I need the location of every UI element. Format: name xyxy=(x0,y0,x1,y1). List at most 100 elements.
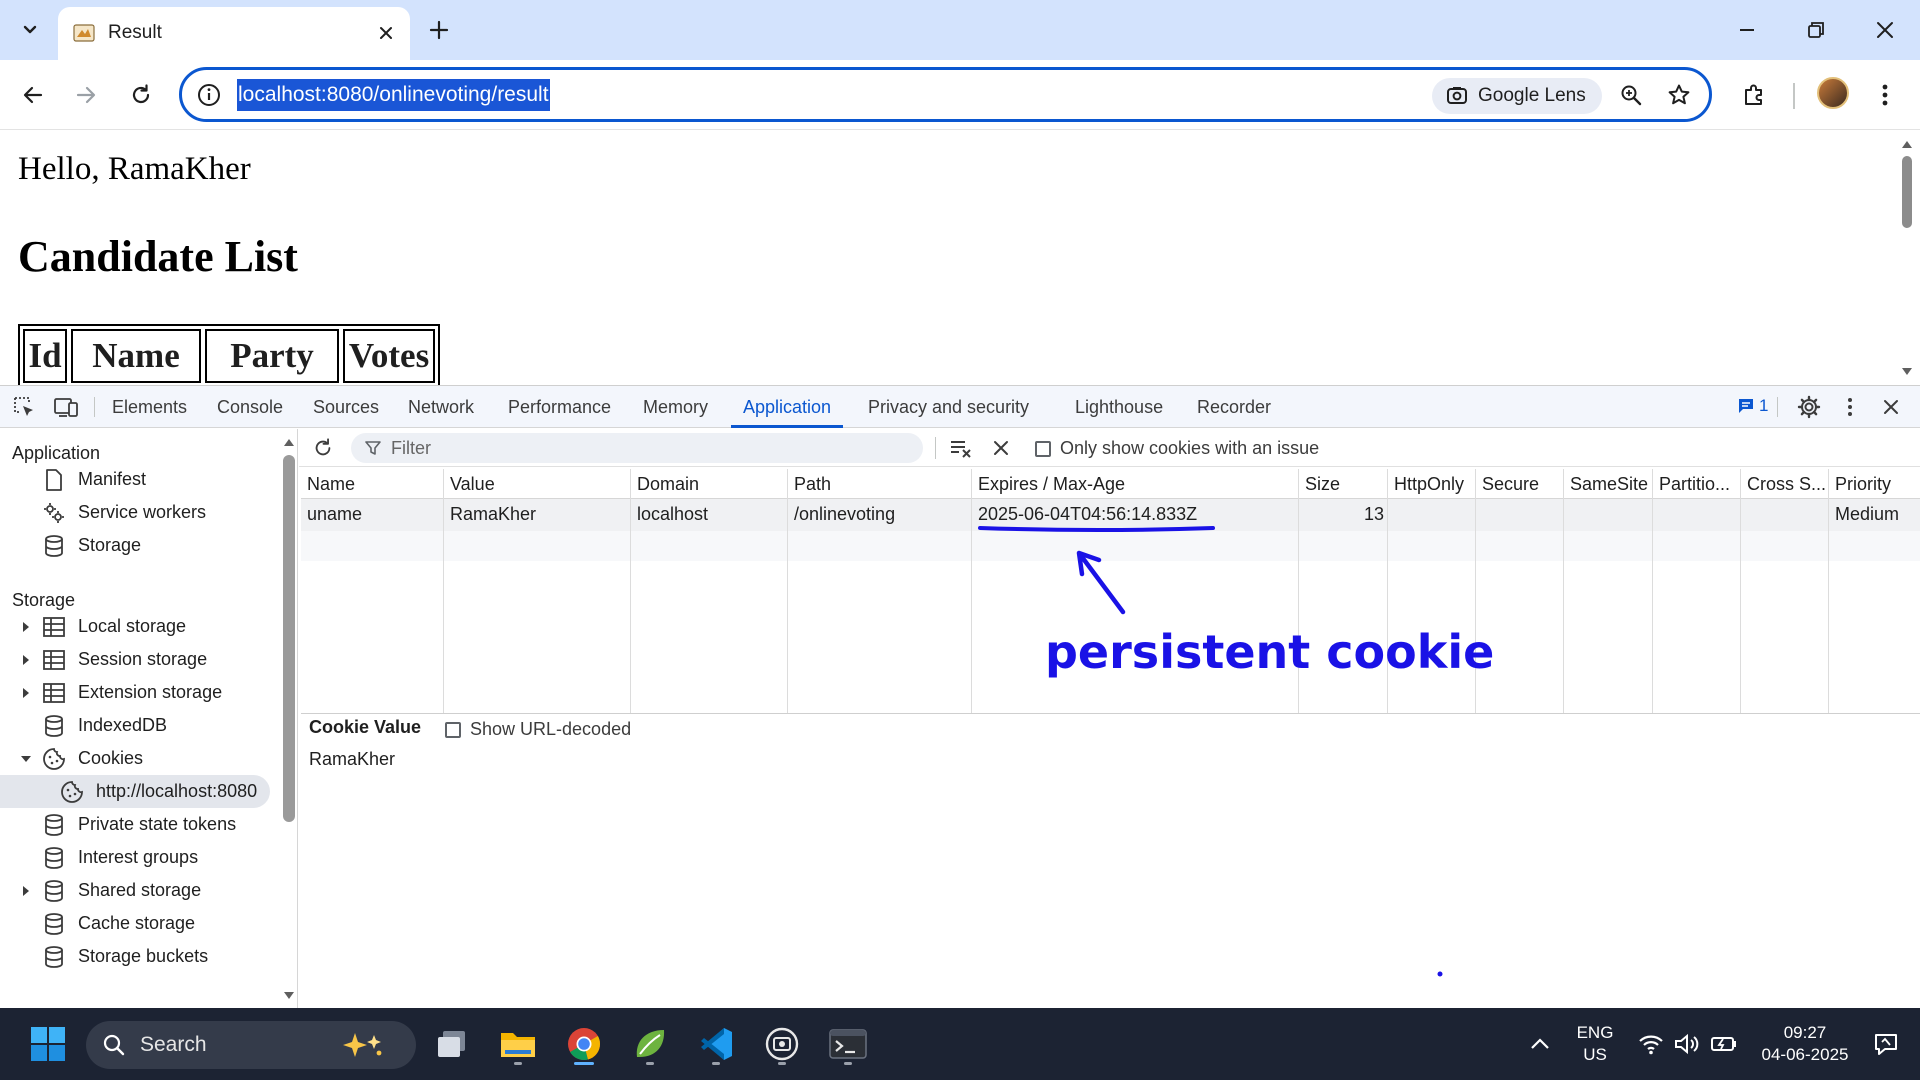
quick-settings-button[interactable] xyxy=(1628,1020,1748,1068)
url-text[interactable]: localhost:8080/onlinevoting/result xyxy=(237,79,550,111)
devtools-close-button[interactable] xyxy=(1877,393,1905,421)
devtools-tab-lighthouse[interactable]: Lighthouse xyxy=(1075,386,1163,428)
column-header-partition[interactable]: Partitio... xyxy=(1659,474,1730,495)
back-button[interactable] xyxy=(14,76,52,114)
sidebar-item-manifest[interactable]: Manifest xyxy=(0,463,270,496)
notifications-button[interactable] xyxy=(1862,1020,1910,1068)
devtools-tab-sources[interactable]: Sources xyxy=(313,386,379,428)
show-hidden-icons-button[interactable] xyxy=(1516,1020,1564,1068)
column-header-expires[interactable]: Expires / Max-Age xyxy=(978,474,1125,495)
sidebar-item-session-storage[interactable]: Session storage xyxy=(0,643,270,676)
column-header-secure[interactable]: Secure xyxy=(1482,474,1539,495)
expand-arrow-icon[interactable] xyxy=(20,687,32,699)
delete-cookie-button[interactable] xyxy=(988,435,1014,461)
column-header-samesite[interactable]: SameSite xyxy=(1570,474,1648,495)
table-row[interactable]: uname RamaKher localhost /onlinevoting 2… xyxy=(301,499,1920,531)
restore-button[interactable] xyxy=(1793,12,1839,48)
reload-button[interactable] xyxy=(122,76,160,114)
sidebar-scrollbar-thumb[interactable] xyxy=(283,455,295,822)
chrome-taskbar-button[interactable] xyxy=(560,1020,608,1068)
scroll-down-icon[interactable] xyxy=(1901,367,1913,377)
chevron-down-icon xyxy=(23,25,37,34)
sidebar-item-indexeddb[interactable]: IndexedDB xyxy=(0,709,270,742)
vscode-button[interactable] xyxy=(692,1020,740,1068)
column-header-path[interactable]: Path xyxy=(794,474,831,495)
tab-search-button[interactable] xyxy=(14,13,46,45)
tab-close-button[interactable] xyxy=(374,21,398,45)
devtools-tab-network[interactable]: Network xyxy=(408,386,474,428)
devtools-tab-recorder[interactable]: Recorder xyxy=(1197,386,1271,428)
zoom-button[interactable] xyxy=(1616,80,1646,110)
google-lens-button[interactable]: Google Lens xyxy=(1432,78,1602,114)
task-view-button[interactable] xyxy=(428,1020,476,1068)
sidebar-item-cookie-origin[interactable]: http://localhost:8080 xyxy=(0,775,270,808)
expand-arrow-icon[interactable] xyxy=(20,621,32,633)
column-header-name[interactable]: Name xyxy=(307,474,355,495)
scroll-down-icon[interactable] xyxy=(283,991,295,1001)
site-info-icon[interactable] xyxy=(196,82,222,108)
terminal-button[interactable] xyxy=(824,1020,872,1068)
forward-button[interactable] xyxy=(67,76,105,114)
checkbox[interactable] xyxy=(445,721,461,738)
chrome-menu-button[interactable] xyxy=(1866,76,1904,114)
checkbox[interactable] xyxy=(1035,440,1051,457)
sidebar-scrollbar[interactable] xyxy=(280,429,298,1008)
profile-avatar[interactable] xyxy=(1817,77,1849,109)
sidebar-item-service-workers[interactable]: Service workers xyxy=(0,496,270,529)
devtools-settings-button[interactable] xyxy=(1795,393,1823,421)
sidebar-item-storage-buckets[interactable]: Storage buckets xyxy=(0,940,270,973)
input-language-indicator[interactable]: ENG US xyxy=(1570,1022,1620,1066)
devtools-menu-button[interactable] xyxy=(1836,393,1864,421)
file-explorer-button[interactable] xyxy=(494,1020,542,1068)
devtools-tab-application[interactable]: Application xyxy=(730,386,844,428)
sidebar-item-cache-storage[interactable]: Cache storage xyxy=(0,907,270,940)
cookie-filter-input[interactable]: Filter xyxy=(351,433,923,463)
spring-tools-button[interactable] xyxy=(626,1020,674,1068)
scroll-up-icon[interactable] xyxy=(283,437,295,447)
column-header-value[interactable]: Value xyxy=(450,474,495,495)
devtools-tab-performance[interactable]: Performance xyxy=(508,386,611,428)
devtools-tab-elements[interactable]: Elements xyxy=(112,386,187,428)
clear-filtered-cookies-button[interactable] xyxy=(947,435,975,461)
inspect-element-button[interactable] xyxy=(10,393,38,421)
expand-arrow-icon[interactable] xyxy=(20,654,32,666)
minimize-button[interactable] xyxy=(1724,12,1770,48)
show-url-decoded-checkbox[interactable]: Show URL-decoded xyxy=(445,719,631,740)
battery-charging-icon xyxy=(1711,1037,1736,1051)
taskbar-search[interactable]: Search xyxy=(86,1021,416,1069)
collapse-arrow-icon[interactable] xyxy=(20,753,32,765)
start-button[interactable] xyxy=(24,1020,72,1068)
devtools-tab-console[interactable]: Console xyxy=(217,386,283,428)
column-header-domain[interactable]: Domain xyxy=(637,474,699,495)
expand-arrow-icon[interactable] xyxy=(20,885,32,897)
extensions-button[interactable] xyxy=(1735,76,1773,114)
sidebar-item-cookies[interactable]: Cookies xyxy=(0,742,270,775)
sidebar-item-interest-groups[interactable]: Interest groups xyxy=(0,841,270,874)
clock[interactable]: 09:27 04-06-2025 xyxy=(1754,1022,1856,1066)
column-header-priority[interactable]: Priority xyxy=(1835,474,1891,495)
scroll-up-icon[interactable] xyxy=(1901,139,1913,149)
sidebar-item-shared-storage[interactable]: Shared storage xyxy=(0,874,270,907)
devtools-tab-privacy[interactable]: Privacy and security xyxy=(868,386,1029,428)
bookmark-button[interactable] xyxy=(1664,80,1694,110)
browser-tab-result[interactable]: Result xyxy=(58,7,410,60)
issues-badge[interactable]: 1 xyxy=(1737,396,1768,416)
column-header-size[interactable]: Size xyxy=(1305,474,1340,495)
sidebar-item-local-storage[interactable]: Local storage xyxy=(0,610,270,643)
column-header-cross-site[interactable]: Cross S... xyxy=(1747,474,1826,495)
refresh-cookies-button[interactable] xyxy=(309,434,337,462)
sidebar-item-storage[interactable]: Storage xyxy=(0,529,270,562)
close-window-button[interactable] xyxy=(1862,12,1908,48)
devtools-tab-memory[interactable]: Memory xyxy=(643,386,708,428)
snipping-tool-button[interactable] xyxy=(758,1020,806,1068)
sidebar-item-private-state-tokens[interactable]: Private state tokens xyxy=(0,808,270,841)
page-scrollbar-thumb[interactable] xyxy=(1902,156,1912,228)
windows-logo-icon xyxy=(31,1027,65,1061)
device-toolbar-button[interactable] xyxy=(52,393,80,421)
new-tab-button[interactable] xyxy=(424,15,454,45)
address-bar[interactable]: localhost:8080/onlinevoting/result Googl… xyxy=(179,67,1712,122)
column-header-httponly[interactable]: HttpOnly xyxy=(1394,474,1464,495)
page-scrollbar[interactable] xyxy=(1894,131,1920,385)
only-issue-checkbox[interactable]: Only show cookies with an issue xyxy=(1035,438,1319,459)
sidebar-item-extension-storage[interactable]: Extension storage xyxy=(0,676,270,709)
